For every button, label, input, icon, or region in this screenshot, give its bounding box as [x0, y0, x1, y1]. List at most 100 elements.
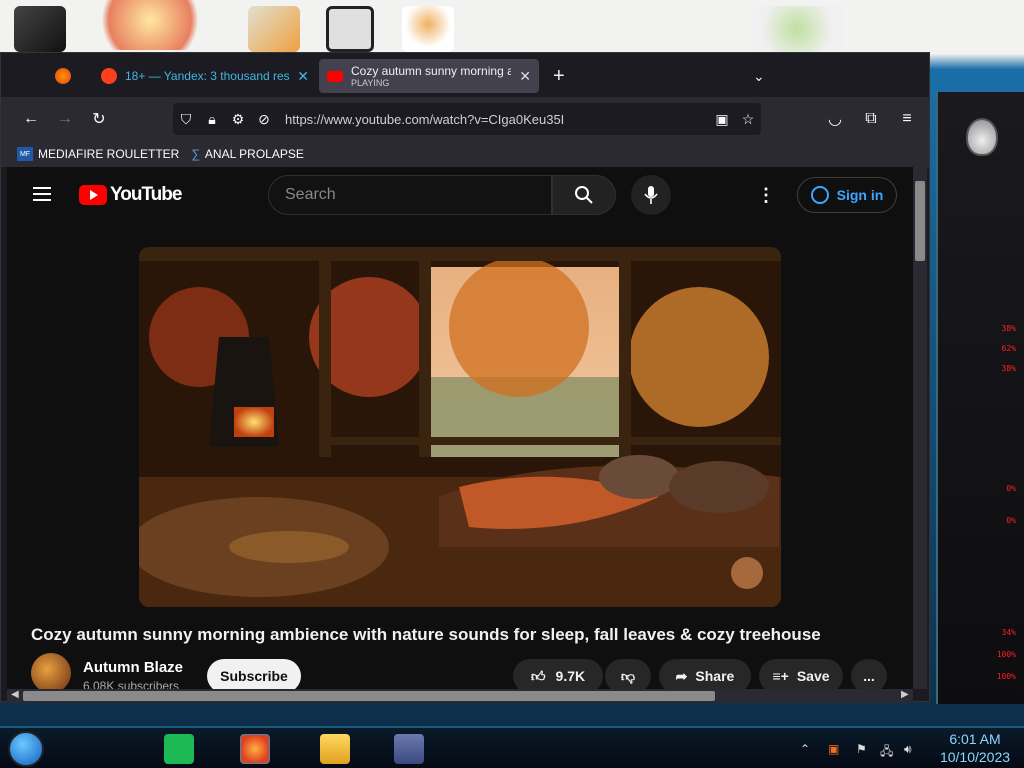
scrollbar-thumb[interactable]: [915, 181, 925, 261]
pocket-icon[interactable]: ◡: [821, 105, 849, 133]
search-placeholder: Search: [285, 186, 336, 203]
channel-name[interactable]: Autumn Blaze: [83, 659, 183, 676]
list-all-tabs-chevron-icon[interactable]: ⌄: [753, 61, 765, 91]
bookmark-second[interactable]: ∑ ANAL PROLAPSE: [191, 147, 304, 161]
settings-kebab-icon[interactable]: ⋮: [757, 185, 775, 206]
show-hidden-icons-icon[interactable]: ⌃: [800, 742, 810, 756]
file-explorer-taskbar-icon[interactable]: [320, 734, 350, 764]
youtube-logo[interactable]: YouTube: [79, 184, 182, 206]
desktop-icon-hxd[interactable]: [248, 6, 300, 52]
system-monitor-gadget: 38% 62% 38% 0% 0% 34% 100% 100%: [936, 92, 1024, 704]
new-tab-button[interactable]: +: [553, 61, 565, 91]
extensions-icon[interactable]: ⧉: [857, 105, 885, 133]
desktop-icon-fairy-character[interactable]: [752, 6, 842, 52]
cpu-readout: 62%: [1001, 344, 1016, 353]
mediafire-icon: MF: [17, 147, 33, 161]
clock-time: 6:01 AM: [949, 731, 1001, 747]
tab-label: Cozy autumn sunny morning a: [351, 64, 512, 78]
menu-hamburger-icon[interactable]: ≡: [893, 105, 921, 133]
voice-search-button[interactable]: [631, 175, 671, 215]
tab-bar: 18+ — Yandex: 3 thousand resu ✕ Cozy aut…: [1, 53, 929, 97]
video-thumbnail-autumn-cabin: [139, 247, 781, 607]
search-button[interactable]: [552, 175, 616, 215]
taskbar: ⌃ ▣ ⚑ 🖧︎ 🔊︎ 6:01 AM 10/10/2023: [0, 726, 1024, 768]
user-icon: [810, 186, 829, 204]
spotify-taskbar-icon[interactable]: [164, 734, 194, 764]
tab-yandex[interactable]: 18+ — Yandex: 3 thousand resu ✕: [101, 61, 309, 91]
tab-youtube[interactable]: Cozy autumn sunny morning a PLAYING ✕: [319, 59, 539, 93]
disk-readout: 0%: [1006, 516, 1016, 525]
save-label: Save: [796, 668, 830, 684]
reload-icon[interactable]: ↻: [85, 105, 113, 133]
more-actions-button[interactable]: ...: [851, 659, 887, 689]
video-title: Cozy autumn sunny morning ambience with …: [31, 625, 821, 644]
thumbs-down-icon: 👎︎: [620, 667, 636, 684]
url-bar[interactable]: ⛉ 🔒︎ ⚙︎ ⊘ https://www.youtube.com/watch?…: [173, 103, 761, 135]
dislike-button[interactable]: 👎︎: [605, 659, 651, 689]
start-orb-icon[interactable]: [8, 731, 44, 767]
volume-icon[interactable]: 🔊︎: [904, 742, 912, 757]
shield-icon[interactable]: ⛉: [173, 111, 199, 128]
firefox-taskbar-icon[interactable]: [240, 734, 270, 764]
network-icon[interactable]: 🖧︎: [880, 742, 893, 763]
desktop-icon-maze-game[interactable]: [326, 6, 374, 52]
channel-avatar[interactable]: [31, 653, 71, 689]
yandex-icon: [101, 68, 117, 84]
search-icon: [575, 186, 593, 204]
bookmark-folder-icon: ∑: [191, 147, 200, 161]
page-content: YouTube Search ⋮ Sign in Cozy autumn sun…: [7, 167, 913, 689]
sign-in-label: Sign in: [836, 187, 884, 203]
bookmark-star-icon[interactable]: ☆: [735, 111, 761, 128]
taskbar-clock[interactable]: 6:01 AM 10/10/2023: [930, 730, 1020, 766]
lock-icon[interactable]: 🔒︎: [199, 111, 225, 128]
net-readout: 34%: [1001, 628, 1016, 637]
save-button[interactable]: ≡+ Save: [759, 659, 843, 689]
reader-view-icon[interactable]: ▣: [709, 111, 735, 128]
share-arrow-icon: ➦: [675, 667, 688, 684]
search-input[interactable]: Search: [268, 175, 552, 215]
guide-menu-icon[interactable]: [33, 187, 51, 201]
like-button[interactable]: 👍︎ 9.7K: [513, 659, 603, 689]
bookmarks-toolbar: MF MEDIAFIRE ROULETTER ∑ ANAL PROLAPSE: [1, 141, 929, 167]
autoplay-blocked-icon[interactable]: ⊘: [251, 111, 277, 128]
scroll-left-arrow-icon[interactable]: ◀: [11, 689, 19, 700]
permissions-icon[interactable]: ⚙︎: [225, 111, 251, 128]
video-player[interactable]: [139, 247, 781, 607]
desktop-icon-tools[interactable]: [14, 6, 66, 52]
alien-logo-icon: [966, 118, 998, 156]
clock-date: 10/10/2023: [939, 749, 1011, 765]
window-app-taskbar-icon[interactable]: [394, 734, 424, 764]
close-icon[interactable]: ✕: [297, 68, 309, 85]
sign-in-button[interactable]: Sign in: [797, 177, 897, 213]
tab-firefox-view[interactable]: [55, 61, 83, 91]
scroll-right-arrow-icon[interactable]: ▶: [901, 689, 909, 700]
thumbs-up-icon: 👍︎: [530, 667, 546, 684]
firefox-window: 18+ — Yandex: 3 thousand resu ✕ Cozy aut…: [0, 52, 930, 703]
like-count: 9.7K: [555, 668, 586, 684]
subscribe-button[interactable]: Subscribe: [207, 659, 301, 689]
tab-text: Cozy autumn sunny morning a PLAYING: [351, 64, 511, 88]
desktop-icon-doctor[interactable]: [402, 6, 454, 52]
close-icon[interactable]: ✕: [519, 68, 531, 85]
horizontal-scrollbar[interactable]: ◀ ▶: [7, 689, 913, 703]
scrollbar-thumb[interactable]: [23, 691, 715, 701]
youtube-wordmark: YouTube: [110, 184, 182, 205]
more-actions-icon: ...: [863, 668, 875, 684]
cpu-readout: 38%: [1001, 324, 1016, 333]
forward-arrow-icon[interactable]: →: [51, 105, 79, 133]
net-readout: 100%: [996, 672, 1016, 681]
back-arrow-icon[interactable]: ←: [17, 105, 45, 133]
app-tray-icon[interactable]: ▣: [828, 742, 839, 756]
tab-audio-status: PLAYING: [351, 78, 390, 88]
subscriber-count: 6.08K subscribers: [83, 679, 180, 689]
url-text[interactable]: https://www.youtube.com/watch?v=CIga0Keu…: [285, 112, 709, 127]
channel-watermark-icon: [731, 557, 763, 589]
desktop-icon-anime-character[interactable]: [88, 0, 212, 50]
vertical-scrollbar[interactable]: [913, 167, 927, 689]
net-readout: 100%: [996, 650, 1016, 659]
bookmark-mediafire[interactable]: MF MEDIAFIRE ROULETTER: [17, 147, 179, 161]
microphone-icon: [644, 186, 658, 204]
share-button[interactable]: ➦ Share: [659, 659, 751, 689]
action-center-flag-icon[interactable]: ⚑: [856, 742, 867, 756]
add-to-playlist-icon: ≡+: [772, 668, 789, 684]
